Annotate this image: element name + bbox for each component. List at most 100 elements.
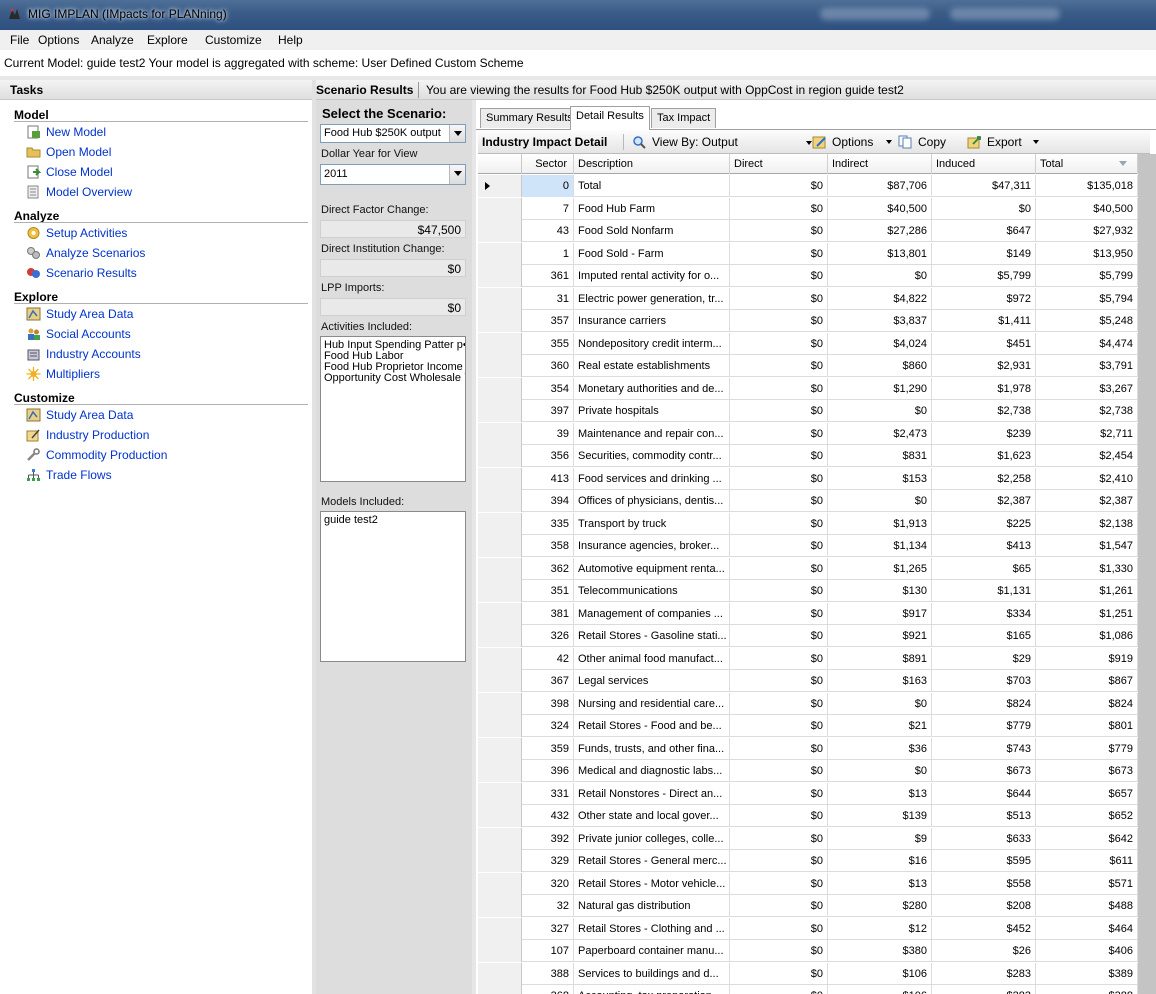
cell-description[interactable]: Retail Stores - Gasoline stati... <box>574 625 730 647</box>
cell-induced[interactable]: $239 <box>932 422 1036 445</box>
row-header[interactable] <box>478 940 522 962</box>
cell-indirect[interactable]: $13,801 <box>828 242 932 265</box>
cell-description[interactable]: Medical and diagnostic labs... <box>574 760 730 782</box>
cell-description[interactable]: Retail Stores - Clothing and ... <box>574 917 730 940</box>
table-row[interactable]: 388 Services to buildings and d... $0 $106 $… <box>478 962 1138 985</box>
cell-direct[interactable]: $0 <box>730 850 828 872</box>
cell-sector[interactable]: 397 <box>522 400 574 422</box>
cell-indirect[interactable]: $831 <box>828 445 932 467</box>
cell-direct[interactable]: $0 <box>730 782 828 805</box>
column-header-sector[interactable]: Sector <box>522 154 574 174</box>
cell-induced[interactable]: $972 <box>932 287 1036 310</box>
cell-total[interactable]: $2,138 <box>1036 512 1138 535</box>
cell-description[interactable]: Offices of physicians, dentis... <box>574 490 730 512</box>
cell-induced[interactable]: $2,931 <box>932 355 1036 377</box>
cell-indirect[interactable]: $380 <box>828 940 932 962</box>
cell-sector[interactable]: 358 <box>522 535 574 557</box>
cell-direct[interactable]: $0 <box>730 895 828 917</box>
row-header[interactable] <box>478 625 522 647</box>
cell-sector[interactable]: 360 <box>522 355 574 377</box>
tab-summary-results[interactable]: Summary Results <box>480 108 579 128</box>
table-row[interactable]: 398 Nursing and residential care... $0 $0 $8… <box>478 692 1138 715</box>
cell-sector[interactable]: 357 <box>522 310 574 332</box>
cell-direct[interactable]: $0 <box>730 512 828 535</box>
cell-total[interactable]: $779 <box>1036 737 1138 760</box>
cell-induced[interactable]: $165 <box>932 625 1036 647</box>
cell-sector[interactable]: 320 <box>522 872 574 895</box>
cell-sector[interactable]: 327 <box>522 917 574 940</box>
tab-tax-impact[interactable]: Tax Impact <box>651 108 717 128</box>
row-header[interactable] <box>478 377 522 400</box>
cell-direct[interactable]: $0 <box>730 805 828 827</box>
table-row[interactable]: 329 Retail Stores - General merc... $0 $16 $… <box>478 850 1138 872</box>
cell-sector[interactable]: 43 <box>522 220 574 242</box>
cell-indirect[interactable]: $36 <box>828 737 932 760</box>
cell-induced[interactable]: $65 <box>932 557 1036 580</box>
impact-detail-grid[interactable]: Sector Description Direct Indirect Induc… <box>478 154 1138 994</box>
cell-total[interactable]: $2,454 <box>1036 445 1138 467</box>
cell-total[interactable]: $642 <box>1036 827 1138 850</box>
cell-indirect[interactable]: $1,913 <box>828 512 932 535</box>
cell-indirect[interactable]: $2,473 <box>828 422 932 445</box>
cell-indirect[interactable]: $280 <box>828 895 932 917</box>
cell-induced[interactable]: $334 <box>932 602 1036 625</box>
cell-sector[interactable]: 381 <box>522 602 574 625</box>
cell-description[interactable]: Management of companies ... <box>574 602 730 625</box>
cell-direct[interactable]: $0 <box>730 242 828 265</box>
cell-description[interactable]: Food Sold - Farm <box>574 242 730 265</box>
cell-total[interactable]: $5,248 <box>1036 310 1138 332</box>
table-row[interactable]: 358 Insurance agencies, broker... $0 $1,134… <box>478 535 1138 557</box>
cell-indirect[interactable]: $16 <box>828 850 932 872</box>
row-header[interactable] <box>478 422 522 445</box>
row-header[interactable] <box>478 220 522 242</box>
cell-induced[interactable]: $283 <box>932 985 1036 994</box>
view-by-dropdown[interactable]: View By: Output <box>632 134 802 151</box>
cell-total[interactable]: $1,086 <box>1036 625 1138 647</box>
row-header[interactable] <box>478 332 522 355</box>
cell-sector[interactable]: 0 <box>522 175 574 197</box>
dollar-year-select[interactable]: 2011 <box>320 164 466 185</box>
cell-sector[interactable]: 354 <box>522 377 574 400</box>
cell-description[interactable]: Other state and local gover... <box>574 805 730 827</box>
cell-indirect[interactable]: $130 <box>828 580 932 602</box>
cell-indirect[interactable]: $4,822 <box>828 287 932 310</box>
table-row[interactable]: 324 Retail Stores - Food and be... $0 $21 $7… <box>478 715 1138 737</box>
cell-description[interactable]: Retail Nonstores - Direct an... <box>574 782 730 805</box>
row-header[interactable] <box>478 917 522 940</box>
column-header-induced[interactable]: Induced <box>932 154 1036 174</box>
table-row[interactable]: 381 Management of companies ... $0 $917 $334… <box>478 602 1138 625</box>
table-row[interactable]: 357 Insurance carriers $0 $3,837 $1,411 $5,24… <box>478 310 1138 332</box>
cell-direct[interactable]: $0 <box>730 647 828 670</box>
cell-direct[interactable]: $0 <box>730 962 828 985</box>
cell-indirect[interactable]: $139 <box>828 805 932 827</box>
cell-sector[interactable]: 39 <box>522 422 574 445</box>
cell-indirect[interactable]: $13 <box>828 782 932 805</box>
cell-total[interactable]: $867 <box>1036 670 1138 692</box>
cell-sector[interactable]: 361 <box>522 265 574 287</box>
cell-sector[interactable]: 413 <box>522 467 574 490</box>
row-header[interactable] <box>478 782 522 805</box>
table-row[interactable]: 42 Other animal food manufact... $0 $891 $29… <box>478 647 1138 670</box>
cell-direct[interactable]: $0 <box>730 220 828 242</box>
cell-total[interactable]: $40,500 <box>1036 197 1138 220</box>
cell-direct[interactable]: $0 <box>730 310 828 332</box>
cell-sector[interactable]: 355 <box>522 332 574 355</box>
cell-indirect[interactable]: $1,290 <box>828 377 932 400</box>
cell-induced[interactable]: $283 <box>932 962 1036 985</box>
cell-description[interactable]: Maintenance and repair con... <box>574 422 730 445</box>
cell-direct[interactable]: $0 <box>730 715 828 737</box>
cell-direct[interactable]: $0 <box>730 692 828 715</box>
table-row[interactable]: 361 Imputed rental activity for o... $0 $0 $… <box>478 265 1138 287</box>
row-header[interactable] <box>478 760 522 782</box>
cell-indirect[interactable]: $1,134 <box>828 535 932 557</box>
row-header[interactable] <box>478 400 522 422</box>
cell-direct[interactable]: $0 <box>730 625 828 647</box>
table-row[interactable]: 320 Retail Stores - Motor vehicle... $0 $13… <box>478 872 1138 895</box>
menu-options[interactable]: Options <box>38 33 79 47</box>
cell-total[interactable]: $135,018 <box>1036 175 1138 197</box>
cell-sector[interactable]: 7 <box>522 197 574 220</box>
table-row[interactable]: 39 Maintenance and repair con... $0 $2,473 $… <box>478 422 1138 445</box>
row-header[interactable] <box>478 872 522 895</box>
cell-description[interactable]: Total <box>574 175 730 197</box>
cell-indirect[interactable]: $1,265 <box>828 557 932 580</box>
